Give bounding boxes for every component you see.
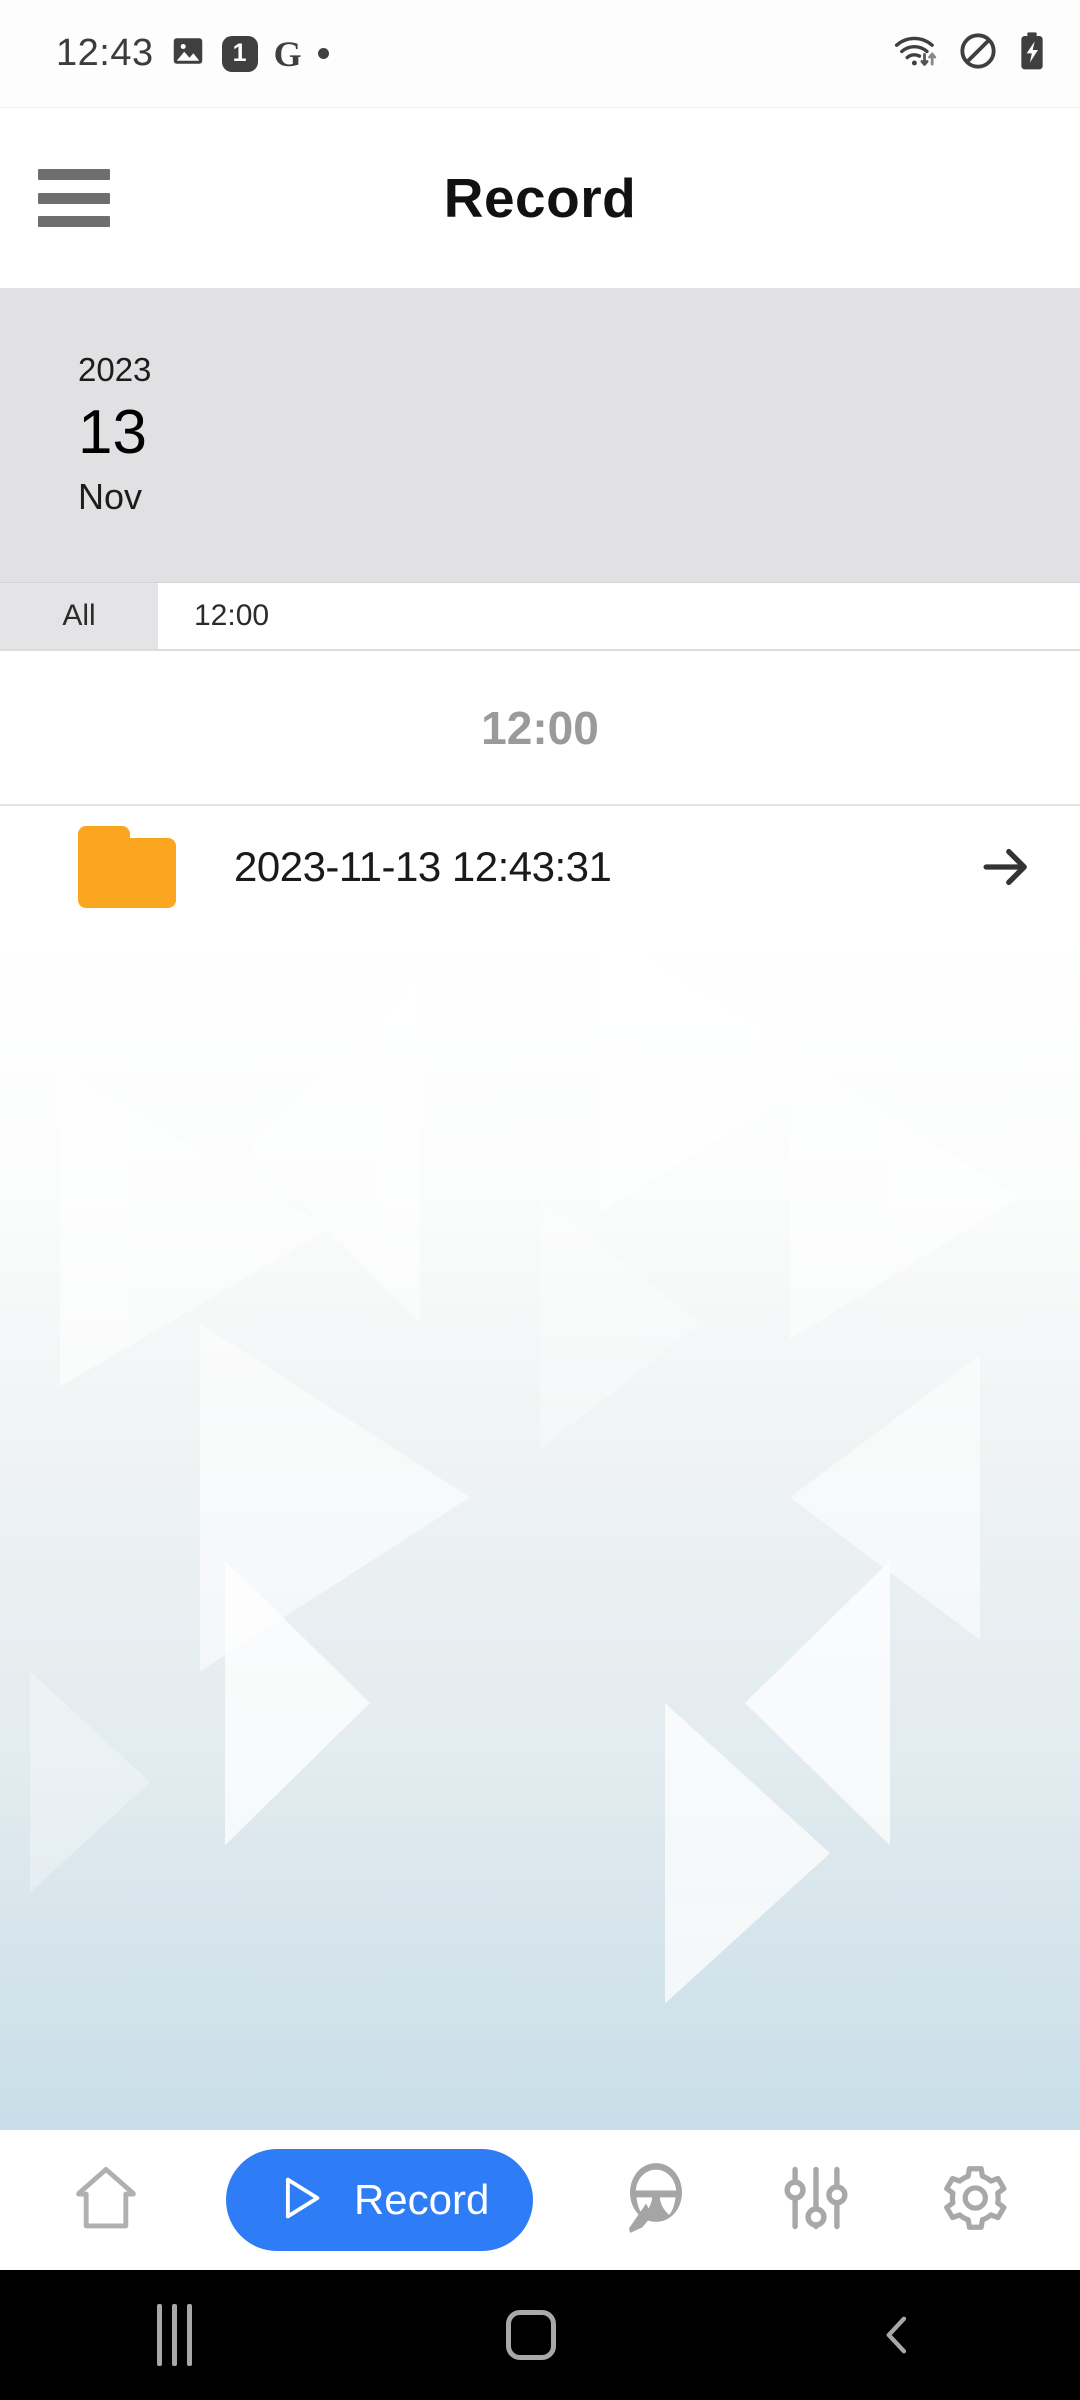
record-button[interactable]: Record (225, 2149, 534, 2251)
image-icon (170, 33, 206, 74)
status-bar-right (892, 31, 1046, 76)
tab-all[interactable]: All (0, 583, 158, 649)
dot-icon (317, 48, 329, 59)
steering-wheel-icon (615, 2157, 697, 2244)
recents-icon[interactable] (157, 2304, 193, 2366)
status-bar: 12:43 1 G (0, 0, 1080, 108)
wifi-icon (892, 32, 938, 75)
list-item-label: 2023-11-13 12:43:31 (234, 843, 612, 890)
app-root: 12:43 1 G Record 2023 13 Nov All 12:00 1… (0, 0, 1080, 2400)
date-card-year: 2023 (78, 351, 152, 389)
nav-item-driving[interactable] (615, 2157, 697, 2244)
status-bar-left: 12:43 1 G (56, 32, 329, 75)
home-square-icon[interactable] (506, 2310, 557, 2360)
android-navigation-bar (0, 2270, 1080, 2400)
tab-bar: All 12:00 (0, 583, 1080, 651)
background-watermark-pattern (30, 928, 1020, 2004)
status-bar-clock: 12:43 (56, 32, 154, 74)
bottom-navigation-bar: Record (0, 2130, 1080, 2270)
gear-icon (935, 2159, 1013, 2242)
play-icon (270, 2169, 328, 2232)
nav-item-home[interactable] (67, 2159, 145, 2242)
page-title: Record (443, 167, 637, 229)
app-bar: Record (0, 108, 1080, 288)
content-canvas (0, 928, 1080, 2130)
notification-count-badge: 1 (221, 35, 258, 72)
tab-12-00[interactable]: 12:00 (158, 583, 1080, 649)
list-item[interactable]: 2023-11-13 12:43:31 (0, 806, 1080, 928)
home-icon (67, 2159, 145, 2242)
nav-item-settings[interactable] (935, 2159, 1013, 2242)
date-card-month: Nov (78, 476, 143, 518)
record-button-label: Record (353, 2176, 490, 2223)
google-icon: G (273, 33, 302, 74)
date-card-day: 13 (78, 397, 147, 467)
hamburger-menu-icon[interactable] (38, 169, 110, 227)
folder-icon (78, 826, 176, 908)
chevron-left-icon[interactable] (871, 2309, 923, 2361)
arrow-right-icon[interactable] (978, 839, 1034, 895)
battery-charging-icon (1018, 31, 1046, 76)
date-card[interactable]: 2023 13 Nov (0, 288, 1080, 583)
sliders-icon (778, 2160, 854, 2241)
nav-item-tuning[interactable] (778, 2160, 854, 2241)
section-header: 12:00 (0, 651, 1080, 806)
do-not-disturb-icon (958, 31, 998, 76)
